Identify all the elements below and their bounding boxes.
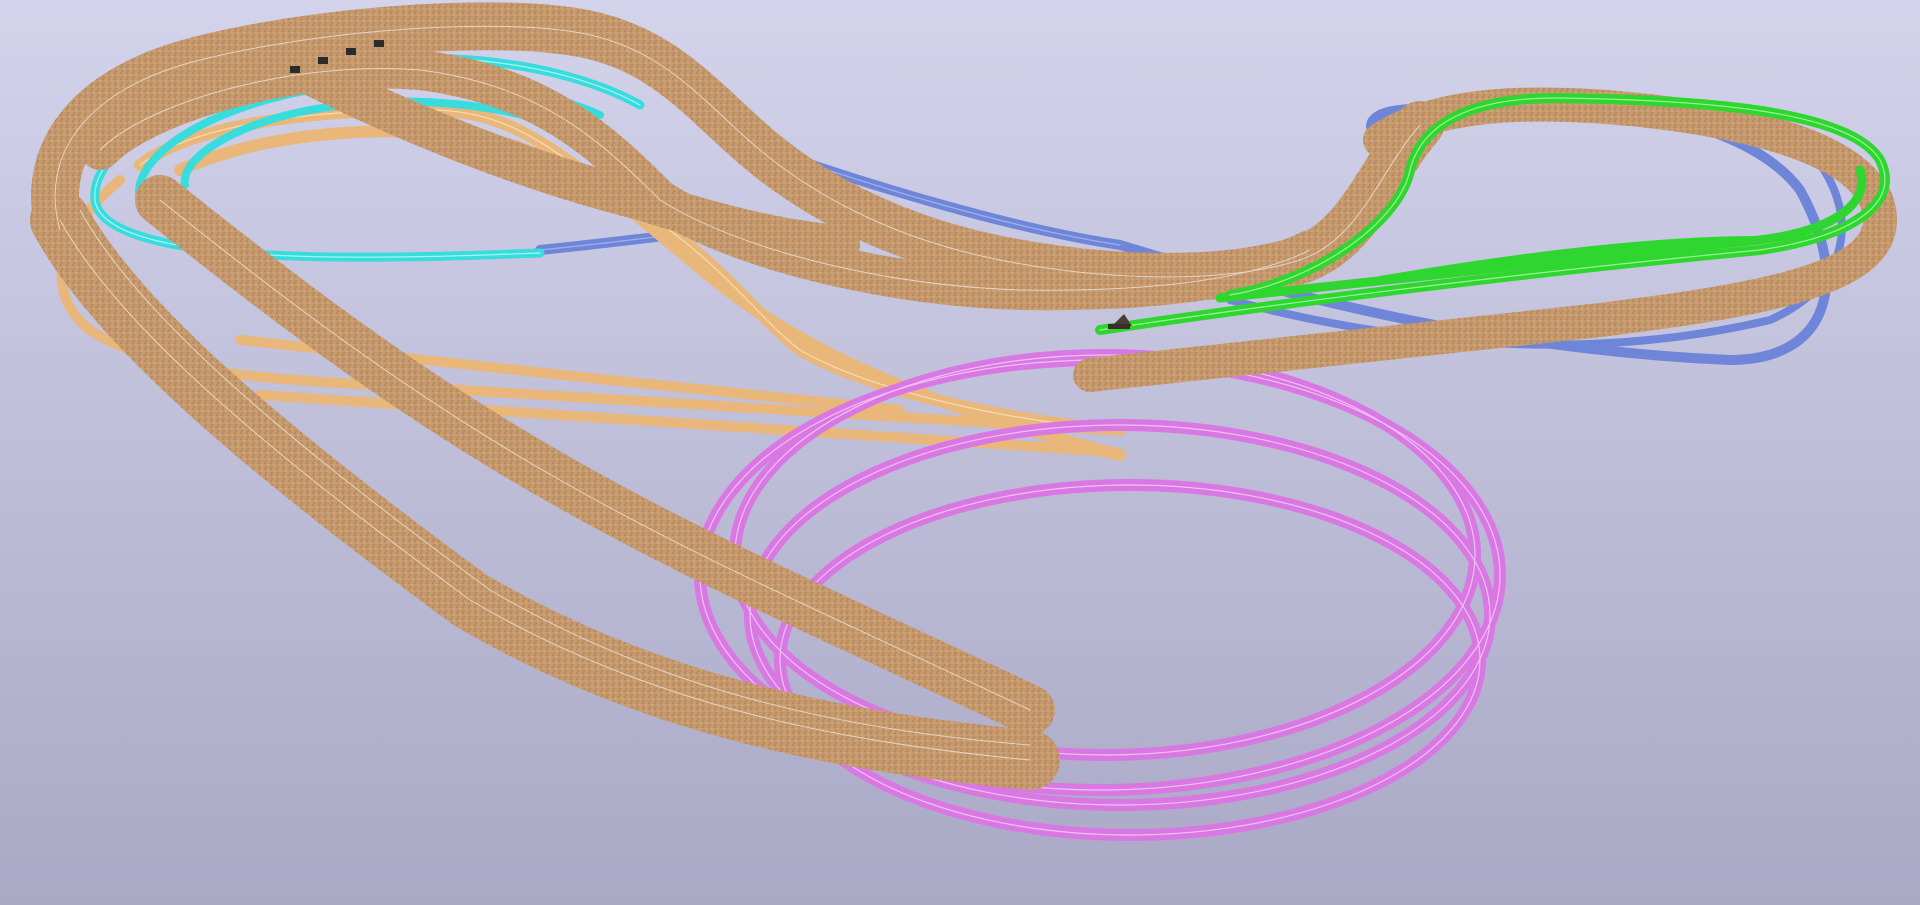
buffer-stop[interactable] bbox=[290, 66, 300, 73]
3d-layout-viewport[interactable] bbox=[0, 0, 1920, 905]
buffer-stop[interactable] bbox=[318, 57, 328, 64]
buffer-stop[interactable] bbox=[374, 40, 384, 47]
track-layout-scene[interactable] bbox=[0, 0, 1920, 905]
buffer-stop[interactable] bbox=[346, 48, 356, 55]
